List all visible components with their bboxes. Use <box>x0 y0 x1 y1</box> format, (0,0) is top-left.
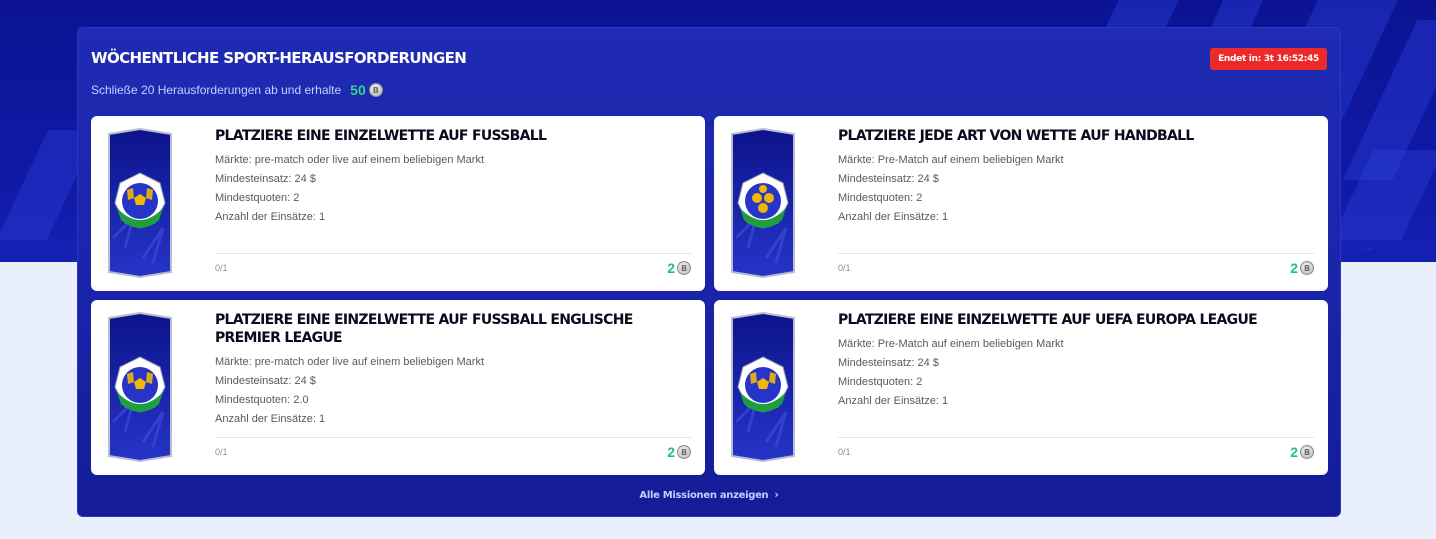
coin-icon: B <box>368 83 383 97</box>
challenge-markets: Märkte: pre-match oder live auf einem be… <box>215 356 485 368</box>
panel-reward-amount: 50 <box>350 82 366 98</box>
handball-icon <box>731 128 795 278</box>
challenge-progress: 0/1 <box>838 447 851 457</box>
challenge-details: Märkte: Pre-Match auf einem beliebigen M… <box>838 335 1308 411</box>
challenge-bet-count: Anzahl der Einsätze: 1 <box>838 395 949 407</box>
card-divider <box>838 437 1314 438</box>
challenge-bet-count: Anzahl der Einsätze: 1 <box>215 211 326 223</box>
challenge-min-stake: Mindesteinsatz: 24 $ <box>838 173 939 185</box>
challenge-min-odds: Mindestquoten: 2 <box>215 192 300 204</box>
coin-icon: B <box>677 445 691 459</box>
challenge-reward: 2 B <box>1290 260 1314 276</box>
challenge-reward: 2 B <box>667 260 691 276</box>
reward-amount: 2 <box>667 260 675 276</box>
challenge-min-stake: Mindesteinsatz: 24 $ <box>838 357 939 369</box>
chevron-right-icon: › <box>774 488 779 501</box>
coin-icon: B <box>677 261 691 275</box>
challenge-min-stake: Mindesteinsatz: 24 $ <box>215 173 316 185</box>
challenge-progress: 0/1 <box>215 263 228 273</box>
challenge-card[interactable]: Platziere eine Einzelwette auf UEFA Euro… <box>714 300 1328 475</box>
card-divider <box>215 253 691 254</box>
challenge-title: Platziere eine Einzelwette auf Fussball <box>215 128 547 144</box>
challenge-progress: 0/1 <box>838 263 851 273</box>
reward-amount: 2 <box>667 444 675 460</box>
challenge-bet-count: Anzahl der Einsätze: 1 <box>215 413 326 425</box>
reward-amount: 2 <box>1290 444 1298 460</box>
soccer-ball-icon <box>108 128 172 278</box>
panel-title: Wöchentliche Sport-Herausforderungen <box>91 49 467 67</box>
challenge-card[interactable]: Platziere eine Einzelwette auf Fussball … <box>91 116 705 291</box>
challenge-title: Platziere jede Art von Wette auf Handbal… <box>838 128 1194 144</box>
challenge-min-odds: Mindestquoten: 2 <box>838 376 923 388</box>
soccer-ball-icon <box>108 312 172 462</box>
challenge-markets: Märkte: Pre-Match auf einem beliebigen M… <box>838 154 1064 166</box>
challenge-min-odds: Mindestquoten: 2.0 <box>215 394 309 406</box>
challenge-title: Platziere eine Einzelwette auf Fussball … <box>215 312 633 346</box>
challenge-min-odds: Mindestquoten: 2 <box>838 192 923 204</box>
challenge-progress: 0/1 <box>215 447 228 457</box>
challenge-card[interactable]: Platziere eine Einzelwette auf Fussball … <box>91 300 705 475</box>
show-all-missions-label: Alle Missionen anzeigen <box>639 490 769 501</box>
card-divider <box>838 253 1314 254</box>
panel-subtitle: Schließe 20 Herausforderungen ab und erh… <box>91 82 383 98</box>
challenge-reward: 2 B <box>667 444 691 460</box>
weekly-challenges-panel: Wöchentliche Sport-Herausforderungen Sch… <box>77 27 1341 517</box>
soccer-ball-icon <box>731 312 795 462</box>
countdown-timer-badge: Endet in: 3t 16:52:45 <box>1210 48 1327 70</box>
show-all-missions-link[interactable]: Alle Missionen anzeigen › <box>78 488 1340 501</box>
reward-amount: 2 <box>1290 260 1298 276</box>
coin-icon: B <box>1300 261 1314 275</box>
challenge-markets: Märkte: Pre-Match auf einem beliebigen M… <box>838 338 1064 350</box>
challenge-bet-count: Anzahl der Einsätze: 1 <box>838 211 949 223</box>
challenge-title: Platziere eine Einzelwette auf UEFA Euro… <box>838 312 1258 328</box>
challenge-details: Märkte: pre-match oder live auf einem be… <box>215 151 685 227</box>
challenge-details: Märkte: Pre-Match auf einem beliebigen M… <box>838 151 1308 227</box>
challenge-reward: 2 B <box>1290 444 1314 460</box>
challenge-details: Märkte: pre-match oder live auf einem be… <box>215 353 685 429</box>
challenge-card[interactable]: Platziere jede Art von Wette auf Handbal… <box>714 116 1328 291</box>
coin-icon: B <box>1300 445 1314 459</box>
card-divider <box>215 437 691 438</box>
challenge-min-stake: Mindesteinsatz: 24 $ <box>215 375 316 387</box>
challenge-markets: Märkte: pre-match oder live auf einem be… <box>215 154 485 166</box>
panel-subtitle-text: Schließe 20 Herausforderungen ab und erh… <box>91 83 342 97</box>
